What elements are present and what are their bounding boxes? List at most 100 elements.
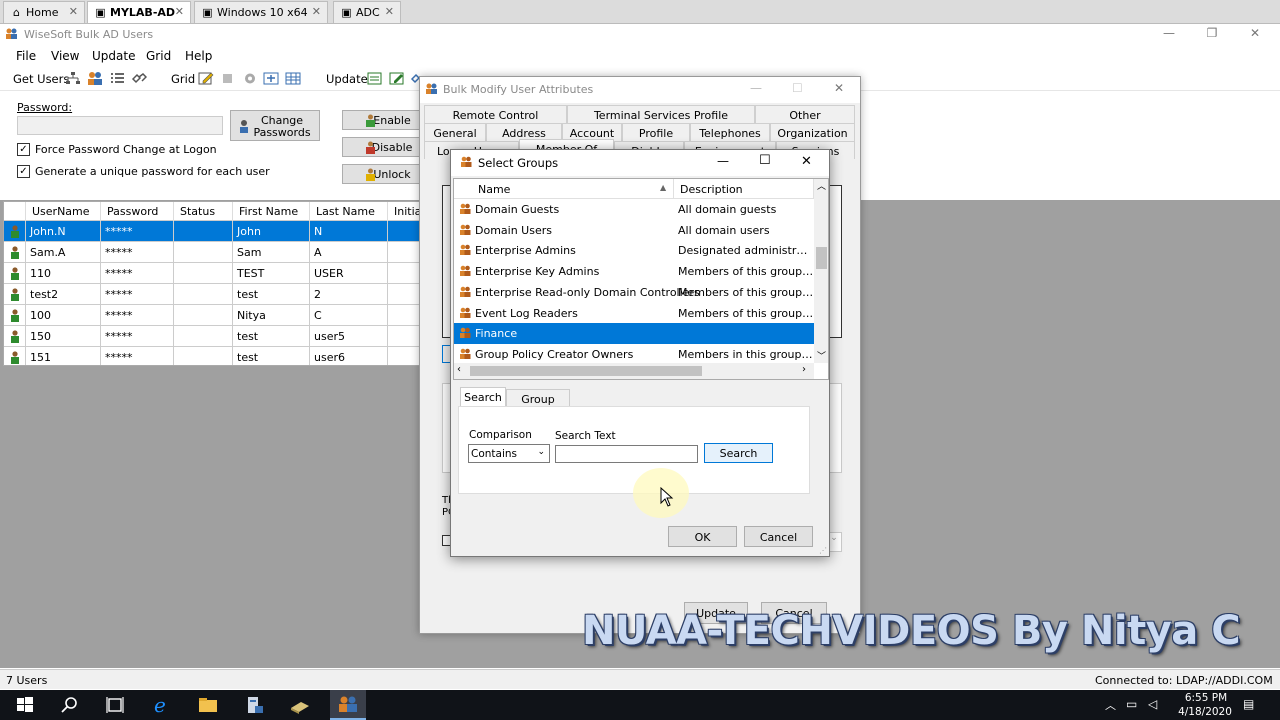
tab-other[interactable]: Other (755, 105, 855, 123)
menu-grid[interactable]: Grid (146, 49, 171, 63)
list-item[interactable]: Group Policy Creator Owners Members in th… (454, 344, 814, 365)
update-sheet-icon[interactable] (367, 71, 383, 86)
cell-initials[interactable] (388, 326, 420, 347)
password-input[interactable] (17, 116, 223, 135)
cell-last[interactable]: N (310, 221, 388, 242)
cell-first[interactable]: test (233, 347, 310, 365)
menu-update[interactable]: Update (92, 49, 135, 63)
close-icon[interactable]: ✕ (69, 5, 78, 18)
list-item[interactable]: Domain Guests All domain guests (454, 199, 814, 220)
table-icon[interactable] (285, 71, 301, 86)
cell-username[interactable]: 100 (26, 305, 101, 326)
search-text-input[interactable] (555, 445, 698, 463)
cell-initials[interactable] (388, 263, 420, 284)
row-user-icon-cell[interactable] (4, 326, 26, 347)
cell-username[interactable]: test2 (26, 284, 101, 305)
resize-grip-icon[interactable]: ⋰ (819, 546, 827, 555)
list-icon[interactable] (109, 71, 125, 86)
row-user-icon-cell[interactable] (4, 242, 26, 263)
cell-username[interactable]: Sam.A (26, 242, 101, 263)
col-initials[interactable]: Initials (388, 202, 420, 221)
cell-initials[interactable] (388, 347, 420, 365)
group-users-icon[interactable] (87, 71, 103, 86)
minimize-button[interactable]: — (1146, 26, 1192, 44)
tab-windows-10[interactable]: ▣ Windows 10 x64 ✕ (194, 1, 328, 23)
cell-first[interactable]: Nitya (233, 305, 310, 326)
cell-first[interactable]: Sam (233, 242, 310, 263)
close-icon[interactable]: ✕ (385, 5, 394, 18)
menu-view[interactable]: View (51, 49, 79, 63)
cell-status[interactable] (174, 221, 233, 242)
tab-terminal-services-profile[interactable]: Terminal Services Profile (567, 105, 755, 123)
cell-last[interactable]: A (310, 242, 388, 263)
search-button[interactable]: Search (704, 443, 773, 463)
tab-search[interactable]: Search (460, 387, 506, 406)
cell-first[interactable]: TEST (233, 263, 310, 284)
network-icon[interactable]: ▭ (1126, 697, 1137, 711)
cell-initials[interactable] (388, 242, 420, 263)
tab-remote-control[interactable]: Remote Control (424, 105, 567, 123)
tab-general[interactable]: General (424, 123, 486, 141)
menu-help[interactable]: Help (185, 49, 212, 63)
list-item[interactable]: Enterprise Read-only Domain Controllers M… (454, 282, 814, 303)
bulk-maximize-button[interactable]: ☐ (792, 81, 803, 95)
tree-icon[interactable] (65, 71, 81, 86)
scroll-down-icon[interactable]: ﹀ (817, 349, 826, 362)
table-row[interactable]: 110 ***** TEST USER (4, 263, 420, 284)
taskbar-app-active[interactable] (330, 690, 366, 720)
search-icon[interactable] (59, 694, 81, 716)
edit-grid-icon[interactable] (198, 71, 214, 86)
col-last-name[interactable]: Last Name (310, 202, 388, 221)
cell-password[interactable]: ***** (101, 284, 174, 305)
row-user-icon-cell[interactable] (4, 284, 26, 305)
cell-first[interactable]: test (233, 326, 310, 347)
col-description[interactable]: Description (674, 179, 814, 199)
ad-tool-icon[interactable] (289, 694, 311, 716)
table-row[interactable]: Sam.A ***** Sam A (4, 242, 420, 263)
cell-password[interactable]: ***** (101, 221, 174, 242)
col-username[interactable]: UserName (26, 202, 101, 221)
notifications-icon[interactable]: ▤ (1243, 697, 1254, 711)
cell-initials[interactable] (388, 221, 420, 242)
sg-close-button[interactable]: ✕ (801, 154, 812, 169)
bulk-minimize-button[interactable]: — (750, 81, 762, 95)
comparison-select[interactable]: Contains ⌄ (468, 444, 550, 463)
clock-date[interactable]: 4/18/2020 (1170, 706, 1240, 718)
row-user-icon-cell[interactable] (4, 263, 26, 284)
table-row[interactable]: test2 ***** test 2 (4, 284, 420, 305)
cell-status[interactable] (174, 242, 233, 263)
cell-password[interactable]: ***** (101, 242, 174, 263)
cell-status[interactable] (174, 347, 233, 365)
row-user-icon-cell[interactable] (4, 221, 26, 242)
cancel-button[interactable]: Cancel (744, 526, 813, 547)
cell-password[interactable]: ***** (101, 305, 174, 326)
vertical-scrollbar[interactable]: ︿ ﹀ (814, 179, 828, 363)
sg-minimize-button[interactable]: — (717, 154, 729, 168)
cell-initials[interactable] (388, 284, 420, 305)
sg-maximize-button[interactable]: ☐ (759, 153, 771, 168)
cell-status[interactable] (174, 326, 233, 347)
task-view-icon[interactable] (104, 694, 126, 716)
cell-last[interactable]: C (310, 305, 388, 326)
cell-last[interactable]: user6 (310, 347, 388, 365)
cell-status[interactable] (174, 284, 233, 305)
close-icon[interactable]: ✕ (175, 5, 184, 18)
volume-icon[interactable]: ◁ (1148, 697, 1157, 711)
col-first-name[interactable]: First Name (233, 202, 310, 221)
update-edit-icon[interactable] (389, 71, 405, 86)
cell-username[interactable]: John.N (26, 221, 101, 242)
cell-first[interactable]: test (233, 284, 310, 305)
tab-mylab-ad[interactable]: ▣ MYLAB-AD ✕ (87, 1, 191, 23)
cell-last[interactable]: 2 (310, 284, 388, 305)
col-password[interactable]: Password (101, 202, 174, 221)
close-button[interactable]: ✕ (1232, 26, 1278, 44)
tab-home[interactable]: ⌂ Home ✕ (3, 1, 85, 23)
row-user-icon-cell[interactable] (4, 347, 26, 365)
cell-username[interactable]: 150 (26, 326, 101, 347)
force-change-checkbox[interactable]: ✓ (17, 143, 30, 156)
cell-initials[interactable] (388, 305, 420, 326)
bulk-close-button[interactable]: ✕ (834, 81, 844, 95)
cell-last[interactable]: user5 (310, 326, 388, 347)
tab-organization[interactable]: Organization (770, 123, 855, 141)
list-item[interactable]: Finance (454, 323, 814, 345)
